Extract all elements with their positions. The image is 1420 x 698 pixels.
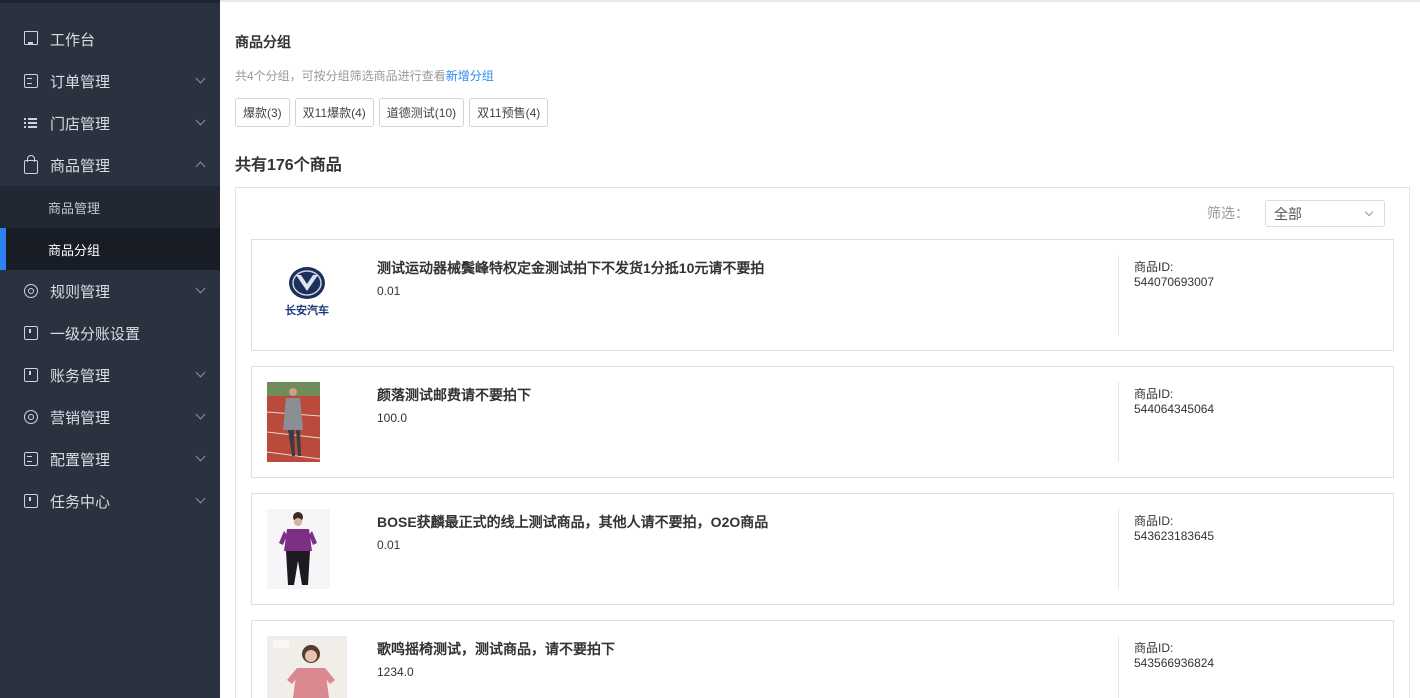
sidebar-top-line bbox=[0, 0, 220, 3]
product-id-label: 商品ID: bbox=[1134, 514, 1174, 528]
chevron-down-icon bbox=[195, 451, 206, 462]
chevron-down-icon bbox=[195, 283, 206, 294]
book-icon bbox=[24, 494, 38, 508]
logo-text: 长安汽车 bbox=[285, 303, 329, 317]
group-tags: 爆款(3) 双11爆款(4) 道德测试(10) 双11预售(4) bbox=[235, 98, 549, 127]
chevron-down-icon bbox=[195, 73, 206, 84]
document-icon bbox=[24, 74, 38, 88]
product-price: 0.01 bbox=[377, 538, 401, 552]
product-photo-icon bbox=[267, 636, 347, 698]
product-card[interactable]: 长安汽车 测试运动器械鬓峰特权定金测试拍下不发货1分抵10元请不要拍 0.01 … bbox=[251, 239, 1394, 351]
product-id-label: 商品ID: bbox=[1134, 641, 1174, 655]
page-title: 商品分组 bbox=[235, 34, 291, 50]
list-icon bbox=[24, 116, 38, 130]
product-thumbnail-purple-shirt-woman bbox=[267, 509, 347, 589]
gear-icon bbox=[24, 410, 38, 424]
sidebar-item-marketing[interactable]: 营销管理 bbox=[0, 396, 220, 438]
sidebar-item-orders[interactable]: 订单管理 bbox=[0, 60, 220, 102]
product-id: 544064345064 bbox=[1134, 402, 1215, 416]
group-tag-double11-baokuan[interactable]: 双11爆款(4) bbox=[294, 98, 374, 127]
sidebar-item-rules[interactable]: 规则管理 bbox=[0, 270, 220, 312]
changan-logo-icon: 长安汽车 bbox=[285, 267, 329, 317]
product-total: 共有176个商品 bbox=[235, 157, 342, 174]
product-price: 1234.0 bbox=[377, 665, 414, 679]
product-photo-icon bbox=[267, 509, 347, 589]
sidebar-item-label: 门店管理 bbox=[50, 115, 111, 133]
product-card[interactable]: 颜落测试邮费请不要拍下 100.0 商品ID: 544064345064 bbox=[251, 366, 1394, 478]
group-summary: 共4个分组，可按分组筛选商品进行查看新增分组 bbox=[235, 67, 494, 84]
chevron-up-icon bbox=[195, 161, 206, 172]
sidebar-menu: 工作台 订单管理 门店管理 商品管理 商品管理 商品分组 规则管理 一级分账设置… bbox=[0, 18, 220, 522]
top-border bbox=[220, 0, 1420, 2]
card-divider bbox=[1118, 636, 1119, 698]
bag-icon bbox=[24, 155, 38, 174]
chevron-down-icon bbox=[195, 493, 206, 504]
sidebar-item-label: 订单管理 bbox=[50, 73, 111, 91]
card-divider bbox=[1118, 255, 1119, 335]
chevron-down-icon bbox=[195, 367, 206, 378]
filter-select[interactable]: 全部 bbox=[1265, 200, 1385, 227]
sidebar-item-products[interactable]: 商品管理 bbox=[0, 144, 220, 186]
product-id: 543623183645 bbox=[1134, 529, 1215, 543]
product-photo-icon bbox=[267, 382, 347, 462]
card-divider bbox=[1118, 382, 1119, 462]
sidebar-item-label: 任务中心 bbox=[50, 493, 111, 511]
document-icon bbox=[24, 452, 38, 466]
product-name: 歌鸣摇椅测试，测试商品，请不要拍下 bbox=[377, 641, 615, 657]
product-price: 0.01 bbox=[377, 284, 401, 298]
monitor-icon bbox=[24, 30, 38, 45]
main-content: 商品分组 共4个分组，可按分组筛选商品进行查看新增分组 爆款(3) 双11爆款(… bbox=[220, 0, 1420, 698]
group-tag-daode-test[interactable]: 道德测试(10) bbox=[378, 98, 465, 127]
sidebar-item-label: 商品管理 bbox=[50, 157, 111, 175]
product-list: 筛选： 全部 长安汽车 测试运动器械鬓峰特权定金测试拍下不发货1分抵10元请不要… bbox=[235, 187, 1410, 698]
product-name: 测试运动器械鬓峰特权定金测试拍下不发货1分抵10元请不要拍 bbox=[377, 260, 765, 276]
product-card[interactable]: BOSE获麟最正式的线上测试商品，其他人请不要拍，O2O商品 0.01 商品ID… bbox=[251, 493, 1394, 605]
chevron-down-icon bbox=[195, 115, 206, 126]
sidebar-item-split-settings[interactable]: 一级分账设置 bbox=[0, 312, 220, 354]
sidebar-item-accounts[interactable]: 账务管理 bbox=[0, 354, 220, 396]
gear-icon bbox=[24, 284, 38, 298]
add-group-link[interactable]: 新增分组 bbox=[446, 69, 494, 83]
sidebar-item-label: 规则管理 bbox=[50, 283, 111, 301]
book-icon bbox=[24, 368, 38, 382]
submenu-item-label: 商品管理 bbox=[48, 200, 101, 216]
product-id: 543566936824 bbox=[1134, 656, 1215, 670]
filter-select-value: 全部 bbox=[1274, 205, 1302, 222]
card-divider bbox=[1118, 509, 1119, 589]
product-thumbnail-changan-logo: 长安汽车 bbox=[267, 255, 347, 335]
sidebar-item-config[interactable]: 配置管理 bbox=[0, 438, 220, 480]
sidebar-item-label: 一级分账设置 bbox=[50, 325, 141, 343]
submenu-item-product-management[interactable]: 商品管理 bbox=[0, 186, 220, 228]
chevron-down-icon bbox=[195, 409, 206, 420]
submenu-item-label: 商品分组 bbox=[48, 242, 101, 258]
product-id-label: 商品ID: bbox=[1134, 260, 1174, 274]
sidebar-item-label: 配置管理 bbox=[50, 451, 111, 469]
products-submenu: 商品管理 商品分组 bbox=[0, 186, 220, 270]
product-name: BOSE获麟最正式的线上测试商品，其他人请不要拍，O2O商品 bbox=[377, 514, 769, 530]
product-thumbnail-pink-top-woman bbox=[267, 636, 347, 698]
sidebar-item-label: 账务管理 bbox=[50, 367, 111, 385]
filter-label: 筛选： bbox=[1207, 205, 1249, 221]
product-price: 100.0 bbox=[377, 411, 408, 425]
submenu-item-product-groups[interactable]: 商品分组 bbox=[0, 228, 220, 270]
sidebar-item-workbench[interactable]: 工作台 bbox=[0, 18, 220, 60]
group-tag-double11-presale[interactable]: 双11预售(4) bbox=[469, 98, 549, 127]
product-id: 544070693007 bbox=[1134, 275, 1215, 289]
product-thumbnail-running-track-woman bbox=[267, 382, 347, 462]
sidebar: 工作台 订单管理 门店管理 商品管理 商品管理 商品分组 规则管理 一级分账设置… bbox=[0, 0, 220, 698]
chevron-down-icon bbox=[1364, 207, 1374, 217]
product-name: 颜落测试邮费请不要拍下 bbox=[377, 387, 531, 403]
product-card[interactable]: 歌鸣摇椅测试，测试商品，请不要拍下 1234.0 商品ID: 543566936… bbox=[251, 620, 1394, 698]
product-id-label: 商品ID: bbox=[1134, 387, 1174, 401]
summary-text: 共4个分组，可按分组筛选商品进行查看 bbox=[235, 69, 446, 83]
group-tag-baokuan[interactable]: 爆款(3) bbox=[235, 98, 290, 127]
sidebar-item-tasks[interactable]: 任务中心 bbox=[0, 480, 220, 522]
sidebar-item-label: 营销管理 bbox=[50, 409, 111, 427]
sidebar-item-stores[interactable]: 门店管理 bbox=[0, 102, 220, 144]
sidebar-item-label: 工作台 bbox=[50, 31, 96, 49]
book-icon bbox=[24, 326, 38, 340]
